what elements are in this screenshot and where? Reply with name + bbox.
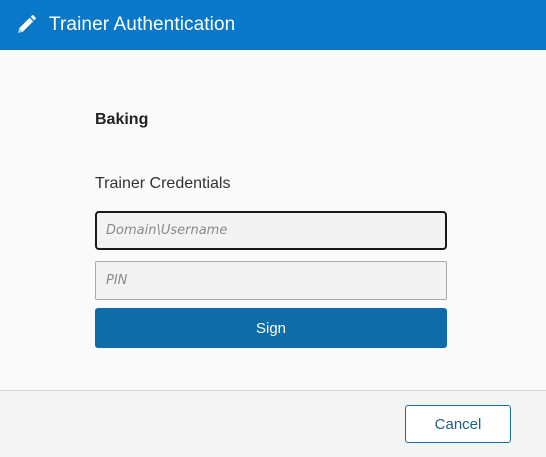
username-input[interactable] [95,211,447,250]
dialog-title: Trainer Authentication [49,14,236,35]
credentials-label: Trainer Credentials [95,175,231,192]
sign-button[interactable]: Sign [95,308,447,348]
pin-input[interactable] [95,261,447,300]
dialog-titlebar: Trainer Authentication [0,0,546,50]
dialog-body: Baking Trainer Credentials Sign [0,50,546,390]
dialog-footer: Cancel [0,391,546,457]
pencil-icon [14,13,38,37]
trainer-auth-dialog: Trainer Authentication Baking Trainer Cr… [0,0,546,457]
cancel-button[interactable]: Cancel [405,405,511,443]
course-name: Baking [95,111,149,128]
